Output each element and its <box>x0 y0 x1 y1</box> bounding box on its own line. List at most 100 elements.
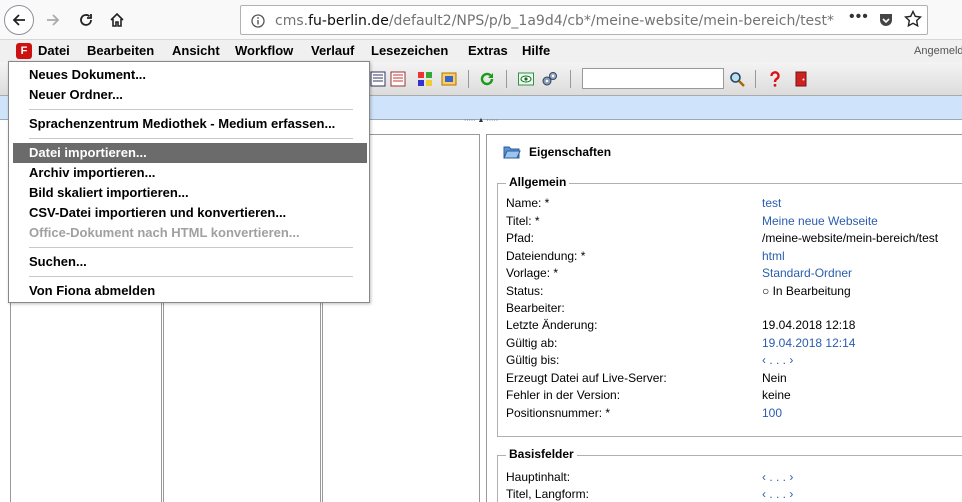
property-row-live-server: Erzeugt Datei auf Live-Server: Nein <box>506 371 962 388</box>
refresh-icon[interactable] <box>479 71 495 87</box>
forward-button[interactable] <box>38 5 68 35</box>
property-label: Fehler in der Version: <box>506 388 621 402</box>
menu-item-mediothek-erfassen[interactable]: Sprachenzentrum Mediothek - Medium erfas… <box>13 114 367 134</box>
toolbar-search-input[interactable] <box>582 68 724 89</box>
property-value: keine <box>762 388 791 402</box>
toolbar-separator <box>570 70 571 88</box>
property-value: Nein <box>762 371 787 385</box>
property-value: ○ In Bearbeitung <box>762 284 851 298</box>
help-question-icon[interactable] <box>767 71 783 87</box>
toolbar-separator <box>755 70 756 88</box>
menu-separator <box>29 138 353 139</box>
menu-separator <box>29 109 353 110</box>
view-image-icon[interactable] <box>441 71 457 87</box>
property-value: /meine-website/mein-bereich/test <box>762 231 939 245</box>
menu-item-bild-skaliert-importieren[interactable]: Bild skaliert importieren... <box>13 183 367 203</box>
home-button[interactable] <box>102 5 132 35</box>
menu-workflow[interactable]: Workflow <box>235 43 293 58</box>
url-bar[interactable]: cms.fu-berlin.de/default2/NPS/p/b_1a9d4/… <box>240 5 928 35</box>
url-prefix: cms. <box>275 13 309 29</box>
property-value-link[interactable]: 100 <box>762 406 782 420</box>
property-row-name: Name: * test <box>506 196 962 213</box>
property-label: Vorlage: * <box>506 266 559 280</box>
fieldset-basisfelder: Basisfelder Hauptinhalt: ‹ . . . › Titel,… <box>497 447 962 502</box>
property-row-titel: Titel: * Meine neue Webseite <box>506 214 962 231</box>
view-detail-icon[interactable] <box>390 71 406 87</box>
logout-door-icon[interactable] <box>793 71 809 87</box>
properties-panel: Eigenschaften Allgemein Name: * test Tite… <box>486 134 962 502</box>
menu-item-suchen[interactable]: Suchen... <box>13 252 367 272</box>
reload-button[interactable] <box>71 5 101 35</box>
view-grid-icon[interactable] <box>417 71 433 87</box>
preview-eye-icon[interactable] <box>518 71 534 87</box>
property-label: Erzeugt Datei auf Live-Server: <box>506 371 667 385</box>
url-text[interactable]: cms.fu-berlin.de/default2/NPS/p/b_1a9d4/… <box>275 13 834 29</box>
datei-menu-dropdown: Neues Dokument... Neuer Ordner... Sprach… <box>8 61 370 303</box>
toolbar-separator <box>506 70 507 88</box>
property-row-fehler: Fehler in der Version: keine <box>506 388 962 405</box>
property-value-link[interactable]: ‹ . . . › <box>762 470 793 484</box>
home-icon <box>110 12 124 27</box>
property-label: Bearbeiter: <box>506 301 565 315</box>
menu-item-office-konvertieren: Office-Dokument nach HTML konvertieren..… <box>29 225 300 240</box>
back-button[interactable] <box>4 5 34 35</box>
property-value-link[interactable]: Standard-Ordner <box>762 266 852 280</box>
property-row-gueltig-bis: Gültig bis: ‹ . . . › <box>506 353 962 370</box>
menu-item-abmelden[interactable]: Von Fiona abmelden <box>13 281 367 301</box>
menu-ansicht[interactable]: Ansicht <box>172 43 220 58</box>
property-label: Positionsnummer: * <box>506 406 611 420</box>
menu-bearbeiten[interactable]: Bearbeiten <box>87 43 154 58</box>
property-label: Hauptinhalt: <box>506 470 571 484</box>
property-row-status: Status: ○ In Bearbeitung <box>506 284 962 301</box>
property-value-link[interactable]: html <box>762 249 785 263</box>
user-label: Angemeldet <box>914 45 962 57</box>
property-value-link[interactable]: ‹ . . . › <box>762 353 793 367</box>
property-row-titel-langform: Titel, Langform: ‹ . . . › <box>506 487 962 502</box>
property-label: Status: <box>506 284 544 298</box>
view-list-icon[interactable] <box>370 71 386 87</box>
menu-item-csv-importieren[interactable]: CSV-Datei importieren und konvertieren..… <box>13 203 367 223</box>
property-value-link[interactable]: Meine neue Webseite <box>762 214 878 228</box>
menu-item-neuer-ordner[interactable]: Neuer Ordner... <box>13 85 367 105</box>
workflow-gears-icon[interactable] <box>542 71 558 87</box>
menu-datei[interactable]: Datei <box>38 43 70 58</box>
property-row-positionsnummer: Positionsnummer: * 100 <box>506 406 962 423</box>
fieldset-legend: Allgemein <box>506 175 570 189</box>
bookmark-star-icon[interactable] <box>904 10 922 28</box>
menu-item-neues-dokument[interactable]: Neues Dokument... <box>13 65 367 85</box>
property-value-link[interactable]: ‹ . . . › <box>762 487 793 501</box>
search-icon[interactable] <box>729 71 745 87</box>
property-label: Pfad: <box>506 231 535 245</box>
property-label: Titel, Langform: <box>506 487 589 501</box>
fiona-logo-icon: F <box>16 43 32 59</box>
property-value: 19.04.2018 12:18 <box>762 318 856 332</box>
properties-header: Eigenschaften <box>503 145 611 159</box>
menu-item-archiv-importieren[interactable]: Archiv importieren... <box>13 163 367 183</box>
property-label: Name: * <box>506 196 550 210</box>
url-host: fu-berlin.de <box>308 13 389 29</box>
fieldset-legend: Basisfelder <box>506 447 577 461</box>
folder-open-icon <box>503 146 521 159</box>
menu-verlauf[interactable]: Verlauf <box>311 43 354 58</box>
properties-title: Eigenschaften <box>529 145 612 159</box>
property-row-letzte-aenderung: Letzte Änderung: 19.04.2018 12:18 <box>506 318 962 335</box>
menu-lesezeichen[interactable]: Lesezeichen <box>371 43 448 58</box>
property-value-link[interactable]: 19.04.2018 12:14 <box>762 336 855 350</box>
menu-separator <box>29 276 353 277</box>
menu-extras[interactable]: Extras <box>468 43 508 58</box>
property-label: Gültig bis: <box>506 353 560 367</box>
menu-item-datei-importieren[interactable]: Datei importieren... <box>13 143 367 163</box>
property-label: Letzte Änderung: <box>506 318 598 332</box>
page-actions-button[interactable]: ••• <box>849 8 869 26</box>
property-row-bearbeiter: Bearbeiter: <box>506 301 962 318</box>
pocket-icon[interactable] <box>878 12 894 28</box>
browser-toolbar: cms.fu-berlin.de/default2/NPS/p/b_1a9d4/… <box>0 0 962 40</box>
property-value-link[interactable]: test <box>762 196 781 210</box>
property-row-dateiendung: Dateiendung: * html <box>506 249 962 266</box>
arrow-left-icon <box>12 14 25 26</box>
menu-hilfe[interactable]: Hilfe <box>522 43 550 58</box>
info-icon[interactable] <box>251 14 265 28</box>
property-row-hauptinhalt: Hauptinhalt: ‹ . . . › <box>506 470 962 487</box>
reload-icon <box>80 14 92 26</box>
arrow-right-icon <box>47 14 60 26</box>
